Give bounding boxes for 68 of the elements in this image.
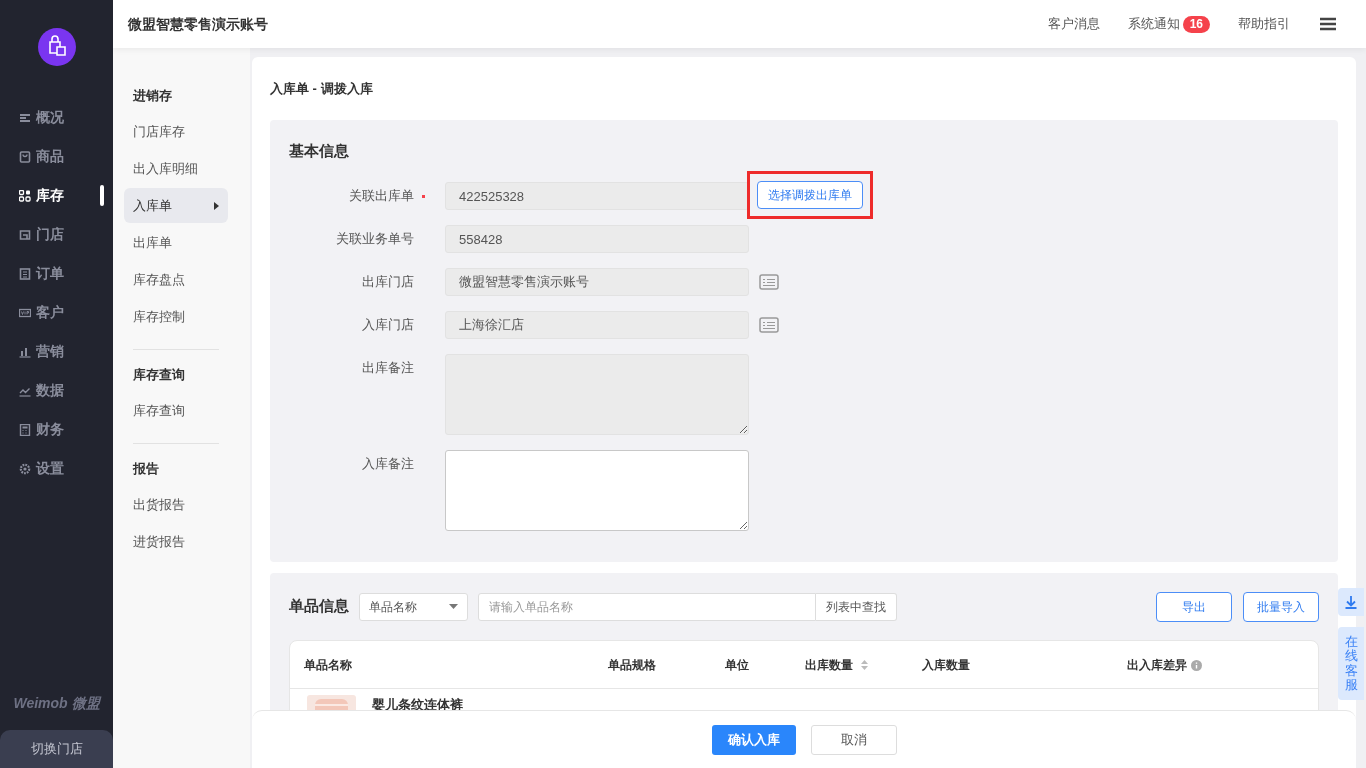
field-label: 关联业务单号: [336, 230, 414, 249]
field-label: 关联出库单: [349, 187, 414, 206]
confirm-button[interactable]: 确认入库: [711, 724, 796, 755]
text-area[interactable]: [445, 450, 749, 531]
subnav-item[interactable]: 出货报告: [124, 487, 228, 522]
grid-icon: [19, 189, 31, 202]
action-button[interactable]: 导出: [1156, 591, 1232, 622]
list-icon: [19, 111, 31, 124]
nav-item[interactable]: 商品: [0, 137, 113, 176]
account-title: 微盟智慧零售演示账号: [128, 14, 268, 34]
vip-card-icon: [19, 306, 31, 319]
nav-item[interactable]: 库存: [0, 176, 113, 215]
nav-item[interactable]: 营销: [0, 332, 113, 371]
column-header: 出库数量: [805, 657, 853, 674]
nav-item[interactable]: 数据: [0, 371, 113, 410]
calculator-icon: [19, 423, 31, 436]
cancel-button[interactable]: 取消: [810, 724, 897, 755]
field-label: 出库备注: [362, 359, 414, 378]
shopping-bag-logo-icon: [37, 28, 76, 66]
filter-dropdown[interactable]: 单品名称: [359, 592, 468, 621]
field-label: 入库门店: [362, 316, 414, 335]
column-header: 入库数量: [922, 657, 970, 674]
subnav-heading: 进销存: [132, 87, 173, 105]
bag-icon: [19, 150, 31, 163]
nav-item[interactable]: 门店: [0, 215, 113, 254]
nav-item[interactable]: 订单: [0, 254, 113, 293]
nav-item[interactable]: 财务: [0, 410, 113, 449]
switch-store-button[interactable]: 切换门店: [0, 730, 113, 768]
document-icon: [19, 267, 31, 280]
column-header: 单品名称: [304, 657, 352, 674]
column-header: 出入库差异: [1127, 657, 1187, 674]
bar-chart-icon: [19, 345, 31, 358]
nav-item[interactable]: 设置: [0, 449, 113, 488]
caret-right-icon: [214, 201, 219, 210]
header-link[interactable]: 帮助指引: [1238, 14, 1290, 34]
header-link[interactable]: 系统通知: [1127, 14, 1180, 34]
notification-badge: 16: [1182, 15, 1210, 33]
section-title: 基本信息: [289, 140, 350, 161]
download-icon: [1345, 595, 1357, 609]
active-indicator: [100, 185, 104, 206]
search-field[interactable]: 请输入单品名称: [478, 592, 816, 621]
brand-logo: Weimob 微盟: [12, 694, 103, 713]
column-header: 单位: [725, 657, 749, 674]
subnav-heading: 报告: [131, 460, 160, 478]
subnav-item[interactable]: 出库单: [124, 225, 228, 260]
download-button[interactable]: [1338, 588, 1364, 616]
header-link[interactable]: 客户消息: [1047, 14, 1100, 34]
subnav-item[interactable]: 库存查询: [124, 393, 228, 428]
subnav-item[interactable]: 门店库存: [124, 114, 228, 149]
nav-item[interactable]: 概况: [0, 98, 113, 137]
subnav-item[interactable]: 库存控制: [124, 299, 228, 334]
column-header: 单品规格: [608, 657, 656, 674]
settings-icon: [19, 462, 31, 475]
menu-icon: [1320, 17, 1336, 31]
action-button[interactable]: 批量导入: [1243, 591, 1319, 622]
subnav-heading: 库存查询: [132, 366, 186, 384]
subnav-item[interactable]: 出入库明细: [124, 151, 228, 186]
field-label: 出库门店: [362, 273, 414, 292]
field-label: 入库备注: [362, 455, 414, 474]
store-icon: [19, 228, 31, 241]
section-title: 单品信息: [289, 596, 349, 617]
dropdown-caret-icon: [449, 604, 458, 609]
nav-item[interactable]: 客户: [0, 293, 113, 332]
subnav-item[interactable]: 入库单: [124, 188, 228, 223]
breadcrumb: 入库单 - 调拨入库: [270, 80, 374, 98]
subnav-item[interactable]: 进货报告: [124, 524, 228, 559]
find-in-list-button[interactable]: 列表中查找: [816, 592, 897, 621]
subnav-item[interactable]: 库存盘点: [124, 262, 228, 297]
